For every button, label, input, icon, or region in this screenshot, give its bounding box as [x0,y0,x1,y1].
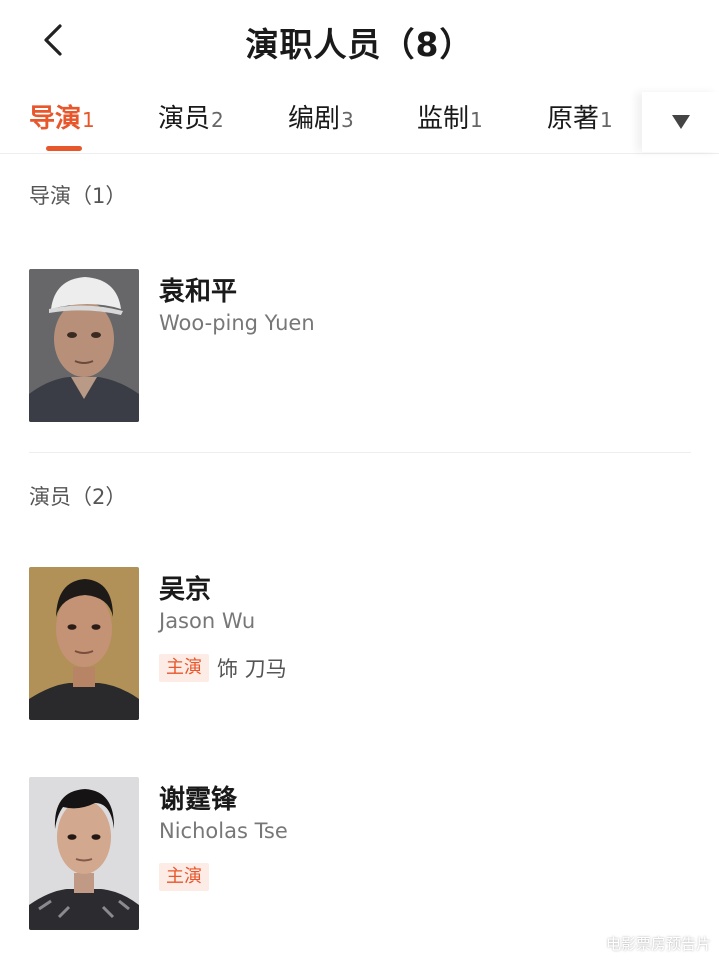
section-title-actors: 演员（2） [29,485,127,509]
top-bar: 演职人员（8） [0,0,719,84]
tab-producer[interactable]: 监制1 [417,98,483,142]
person-card-director[interactable]: 袁和平 Woo-ping Yuen [29,269,691,422]
tab-count: 1 [470,108,483,132]
person-name: 谢霆锋 [159,785,238,815]
tab-label: 演员 [158,104,211,134]
person-english-name: Nicholas Tse [159,819,288,843]
person-photo [29,567,139,720]
tab-count: 2 [211,108,224,132]
tab-director[interactable]: 导演1 [29,98,95,142]
person-card-actor[interactable]: 吴京 Jason Wu 主演饰 刀马 [29,567,691,720]
lead-role-badge: 主演 [159,654,209,682]
tab-label: 监制 [417,104,470,134]
tab-actor[interactable]: 演员2 [158,98,224,142]
tab-count: 1 [82,108,95,132]
tabs-more-button[interactable] [642,92,719,152]
character-name: 饰 刀马 [217,657,287,681]
tab-label: 导演 [29,104,82,134]
role-info: 主演 [159,863,209,891]
person-photo [29,269,139,422]
person-card-actor[interactable]: 谢霆锋 Nicholas Tse 主演 [29,777,691,930]
section-divider [29,452,691,453]
tab-label: 编剧 [288,104,341,134]
tab-count: 3 [341,108,354,132]
person-name: 袁和平 [159,277,238,307]
person-english-name: Woo-ping Yuen [159,311,315,335]
tab-screenwriter[interactable]: 编剧3 [288,98,354,142]
section-title-director: 导演（1） [29,184,127,208]
category-tabs: 导演1 演员2 编剧3 监制1 原著1 [0,92,719,154]
page-title: 演职人员（8） [245,25,474,64]
tab-label: 原著 [547,104,600,134]
person-english-name: Jason Wu [159,609,256,633]
person-name: 吴京 [159,575,212,605]
person-photo [29,777,139,930]
tab-original-author[interactable]: 原著1 [547,98,613,142]
role-info: 主演饰 刀马 [159,653,287,682]
lead-role-badge: 主演 [159,863,209,891]
active-tab-indicator [46,146,82,151]
triangle-down-icon [672,115,690,129]
tab-count: 1 [600,108,613,132]
watermark: 电影票房预告片 [605,935,711,953]
